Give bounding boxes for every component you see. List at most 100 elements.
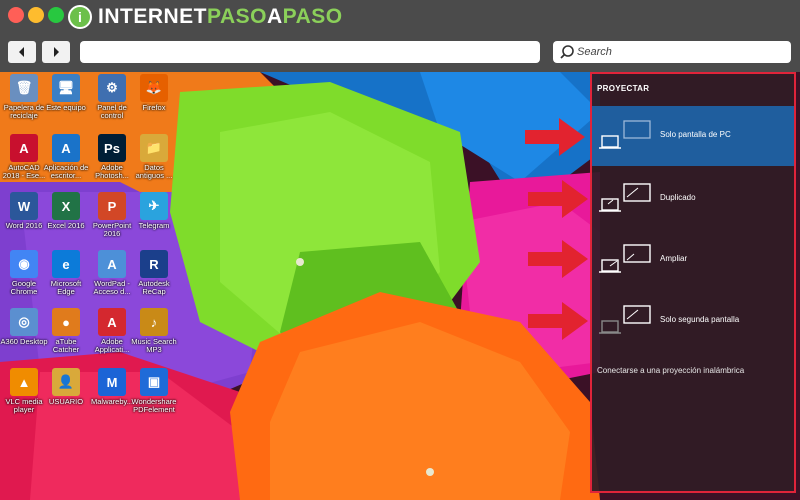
- app-icon: e: [52, 250, 80, 278]
- desktop-icon[interactable]: ♪ Music Search MP3: [131, 308, 177, 354]
- desktop-icon[interactable]: 🗑 Papelera de reciclaje: [2, 74, 46, 120]
- red-arrow-icon: [528, 302, 588, 340]
- desktop-icon[interactable]: A Aplicación de escritor...: [44, 134, 88, 180]
- option-label: Duplicado: [660, 193, 696, 202]
- desktop-icon[interactable]: e Microsoft Edge: [44, 250, 88, 296]
- desktop-icon-label: Panel de control: [97, 103, 127, 120]
- desktop-icon[interactable]: R Autodesk ReCap: [132, 250, 176, 296]
- app-icon: ⚙: [98, 74, 126, 102]
- desktop-icon[interactable]: ⚙ Panel de control: [90, 74, 134, 120]
- app-icon: A: [98, 308, 126, 336]
- logo-text: INTERNETPASOAPASO: [98, 5, 343, 29]
- project-panel: PROYECTAR Solo pantalla de PC Duplicado: [590, 72, 796, 493]
- desktop-icon[interactable]: ✈ Telegram: [132, 192, 176, 230]
- maximize-window-button[interactable]: [48, 7, 64, 23]
- desktop-icon-label: Datos antiguos ...: [135, 163, 173, 180]
- panel-title: PROYECTAR: [597, 84, 650, 93]
- pc-screen-only-icon: [599, 120, 651, 149]
- logo-word-internet: INTERNET: [98, 5, 207, 28]
- desktop-icon-label: Wondershare PDFelement: [131, 397, 177, 414]
- red-arrow-icon: [528, 180, 588, 218]
- desktop-icon-label: A360 Desktop: [0, 337, 48, 346]
- desktop-icon[interactable]: ● aTube Catcher: [44, 308, 88, 354]
- option-label: Solo segunda pantalla: [660, 315, 740, 324]
- app-icon: ◉: [10, 250, 38, 278]
- desktop-icon[interactable]: ◎ A360 Desktop: [0, 308, 48, 346]
- app-icon: 🦊: [140, 74, 168, 102]
- app-icon: 👤: [52, 368, 80, 396]
- desktop-icon[interactable]: Ps Adobe Photosh...: [90, 134, 134, 180]
- option-extend[interactable]: Ampliar: [592, 230, 794, 290]
- desktop-icon-label: WordPad - Acceso d...: [93, 279, 131, 296]
- search-box[interactable]: [553, 41, 791, 63]
- app-icon: ◎: [10, 308, 38, 336]
- desktop-icon-label: PowerPoint 2016: [92, 221, 132, 238]
- desktop-icon[interactable]: 📁 Datos antiguos ...: [132, 134, 176, 180]
- desktop-icon-label: Aplicación de escritor...: [43, 163, 89, 180]
- desktop-icon-label: Adobe Applicati...: [94, 337, 130, 354]
- app-icon: P: [98, 192, 126, 220]
- desktop-icon[interactable]: 🦊 Firefox: [132, 74, 176, 112]
- desktop-icon-label: Autodesk ReCap: [138, 279, 170, 296]
- desktop-icon-label: Este equipo: [46, 103, 86, 112]
- desktop-icon-label: Firefox: [142, 103, 166, 112]
- desktop-icon[interactable]: 🖥 Este equipo: [44, 74, 88, 112]
- desktop-icon-label: Excel 2016: [47, 221, 85, 230]
- desktop-icon-label: Music Search MP3: [131, 337, 177, 354]
- desktop-icon[interactable]: ◉ Google Chrome: [2, 250, 46, 296]
- desktop-icon-label: Microsoft Edge: [50, 279, 82, 296]
- desktop-icon[interactable]: A Adobe Applicati...: [90, 308, 134, 354]
- back-button[interactable]: [8, 41, 36, 63]
- desktop-icon-label: Telegram: [138, 221, 170, 230]
- option-label: Ampliar: [660, 254, 688, 263]
- app-icon: ●: [52, 308, 80, 336]
- search-input[interactable]: [577, 46, 777, 58]
- browser-window: i INTERNETPASOAPASO Search 🗑 Papelera de…: [0, 0, 800, 500]
- close-window-button[interactable]: [8, 7, 24, 23]
- app-icon: 🖥: [52, 74, 80, 102]
- site-logo: i INTERNETPASOAPASO: [68, 4, 343, 30]
- desktop-icon[interactable]: X Excel 2016: [44, 192, 88, 230]
- logo-word-a: A: [266, 5, 283, 28]
- arrow-right-icon: [54, 47, 59, 57]
- wireless-projection-link[interactable]: Conectarse a una proyección inalámbrica: [597, 366, 744, 375]
- address-bar[interactable]: [80, 41, 540, 63]
- desktop-icon[interactable]: ▲ VLC media player: [2, 368, 46, 414]
- option-label: Solo pantalla de PC: [660, 130, 731, 139]
- desktop-icon-label: AutoCAD 2018 - Ese...: [2, 163, 46, 180]
- forward-button[interactable]: [42, 41, 70, 63]
- desktop-icon-label: Malwareby...: [91, 397, 133, 406]
- desktop-icon[interactable]: 👤 USUARIO: [44, 368, 88, 406]
- desktop-icon[interactable]: A AutoCAD 2018 - Ese...: [2, 134, 46, 180]
- option-duplicate[interactable]: Duplicado: [592, 169, 794, 229]
- duplicate-icon: [599, 183, 651, 212]
- app-icon: Ps: [98, 134, 126, 162]
- red-arrow-icon: [528, 240, 588, 278]
- app-icon: X: [52, 192, 80, 220]
- desktop-icon-label: Google Chrome: [10, 279, 38, 296]
- minimize-window-button[interactable]: [28, 7, 44, 23]
- option-second-screen-only[interactable]: Solo segunda pantalla: [592, 291, 794, 351]
- app-icon: ✈: [140, 192, 168, 220]
- desktop-icon-label: Word 2016: [5, 221, 43, 230]
- app-icon: W: [10, 192, 38, 220]
- desktop-icon[interactable]: P PowerPoint 2016: [90, 192, 134, 238]
- app-icon: A: [52, 134, 80, 162]
- logo-badge-icon: i: [68, 5, 92, 29]
- desktop-icon-label: aTube Catcher: [52, 337, 80, 354]
- search-icon: [560, 45, 574, 59]
- desktop-icon[interactable]: ▣ Wondershare PDFelement: [132, 368, 176, 414]
- desktop-icon-label: VLC media player: [5, 397, 43, 414]
- title-bar: i INTERNETPASOAPASO: [0, 0, 800, 34]
- desktop-icon[interactable]: W Word 2016: [2, 192, 46, 230]
- browser-toolbar: [0, 34, 800, 72]
- arrow-left-icon: [19, 47, 24, 57]
- app-icon: M: [98, 368, 126, 396]
- app-icon: R: [140, 250, 168, 278]
- option-pc-screen-only[interactable]: Solo pantalla de PC: [592, 106, 794, 166]
- logo-word-paso-2: PASO: [282, 5, 343, 28]
- app-icon: 📁: [140, 134, 168, 162]
- desktop-icon[interactable]: M Malwareby...: [90, 368, 134, 406]
- app-icon: ▲: [10, 368, 38, 396]
- desktop-icon[interactable]: A WordPad - Acceso d...: [90, 250, 134, 296]
